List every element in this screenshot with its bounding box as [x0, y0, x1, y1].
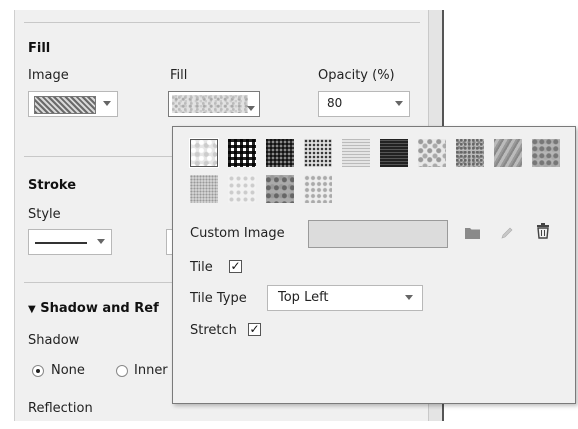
folder-icon[interactable] — [463, 224, 481, 242]
stroke-style-dropdown[interactable] — [28, 229, 112, 255]
divider — [24, 156, 172, 157]
chevron-down-icon — [97, 239, 105, 244]
texture-thumb-light[interactable] — [228, 175, 256, 203]
texture-thumb-grid-dark[interactable] — [228, 139, 256, 167]
trash-icon[interactable] — [534, 222, 552, 240]
divider — [24, 22, 420, 23]
line-style-sample — [35, 242, 87, 244]
fill-label: Fill — [170, 68, 188, 83]
torn-edge-bottom — [14, 421, 454, 429]
style-label: Style — [28, 207, 61, 222]
divider — [24, 282, 172, 283]
texture-thumb-hlines[interactable] — [342, 139, 370, 167]
opacity-value: 80 — [327, 96, 343, 110]
texture-thumb-dots[interactable] — [304, 139, 332, 167]
chevron-down-icon — [247, 106, 255, 111]
pencil-icon[interactable] — [498, 224, 516, 242]
texture-thumb-rock[interactable] — [266, 175, 294, 203]
tile-label: Tile — [190, 260, 213, 275]
fill-section-title: Fill — [28, 41, 51, 56]
texture-thumb-sand[interactable] — [190, 175, 218, 203]
shadow-section-label: Shadow and Ref — [40, 301, 159, 316]
chevron-down-icon — [103, 101, 111, 106]
image-label: Image — [28, 68, 69, 83]
tile-checkbox[interactable]: ✓ — [229, 260, 242, 273]
shadow-inner-label: Inner — [134, 363, 168, 378]
texture-thumb-floral[interactable] — [418, 139, 446, 167]
image-dropdown[interactable] — [28, 91, 118, 117]
stretch-label: Stretch — [190, 323, 237, 338]
texture-picker-popup: Custom Image Tile ✓ Tile Type Top Left S… — [172, 126, 576, 404]
texture-thumb-marble[interactable] — [189, 138, 219, 168]
custom-image-input[interactable] — [308, 220, 448, 248]
shadow-label: Shadow — [28, 333, 80, 348]
shadow-none-radio[interactable] — [32, 365, 44, 377]
opacity-dropdown[interactable]: 80 — [318, 91, 410, 117]
tile-type-value: Top Left — [278, 290, 329, 305]
texture-thumb-wood[interactable] — [494, 139, 522, 167]
stretch-checkbox[interactable]: ✓ — [248, 323, 261, 336]
texture-thumb-dark-lines[interactable] — [380, 139, 408, 167]
reflection-label: Reflection — [28, 401, 93, 416]
shadow-section-title[interactable]: ▼ Shadow and Ref — [28, 301, 159, 316]
texture-thumb-stone[interactable] — [532, 139, 560, 167]
fill-texture-dropdown[interactable] — [168, 91, 260, 117]
shadow-inner-radio[interactable] — [116, 365, 128, 377]
shadow-none-label: None — [51, 363, 85, 378]
texture-thumb-lace[interactable] — [304, 175, 332, 203]
tile-type-label: Tile Type — [190, 291, 247, 306]
texture-thumb-granite[interactable] — [456, 139, 484, 167]
chevron-down-icon — [405, 295, 413, 300]
hatch-swatch-icon — [34, 96, 96, 114]
torn-edge-top — [14, 0, 454, 10]
tile-type-dropdown[interactable]: Top Left — [267, 285, 423, 311]
texture-swatch-icon — [172, 95, 248, 113]
chevron-down-icon — [395, 101, 403, 106]
texture-thumb-grid-mid[interactable] — [266, 139, 294, 167]
opacity-label: Opacity (%) — [318, 68, 395, 83]
custom-image-label: Custom Image — [190, 226, 285, 241]
stroke-section-title: Stroke — [28, 178, 77, 193]
collapse-arrow-icon: ▼ — [28, 304, 36, 315]
